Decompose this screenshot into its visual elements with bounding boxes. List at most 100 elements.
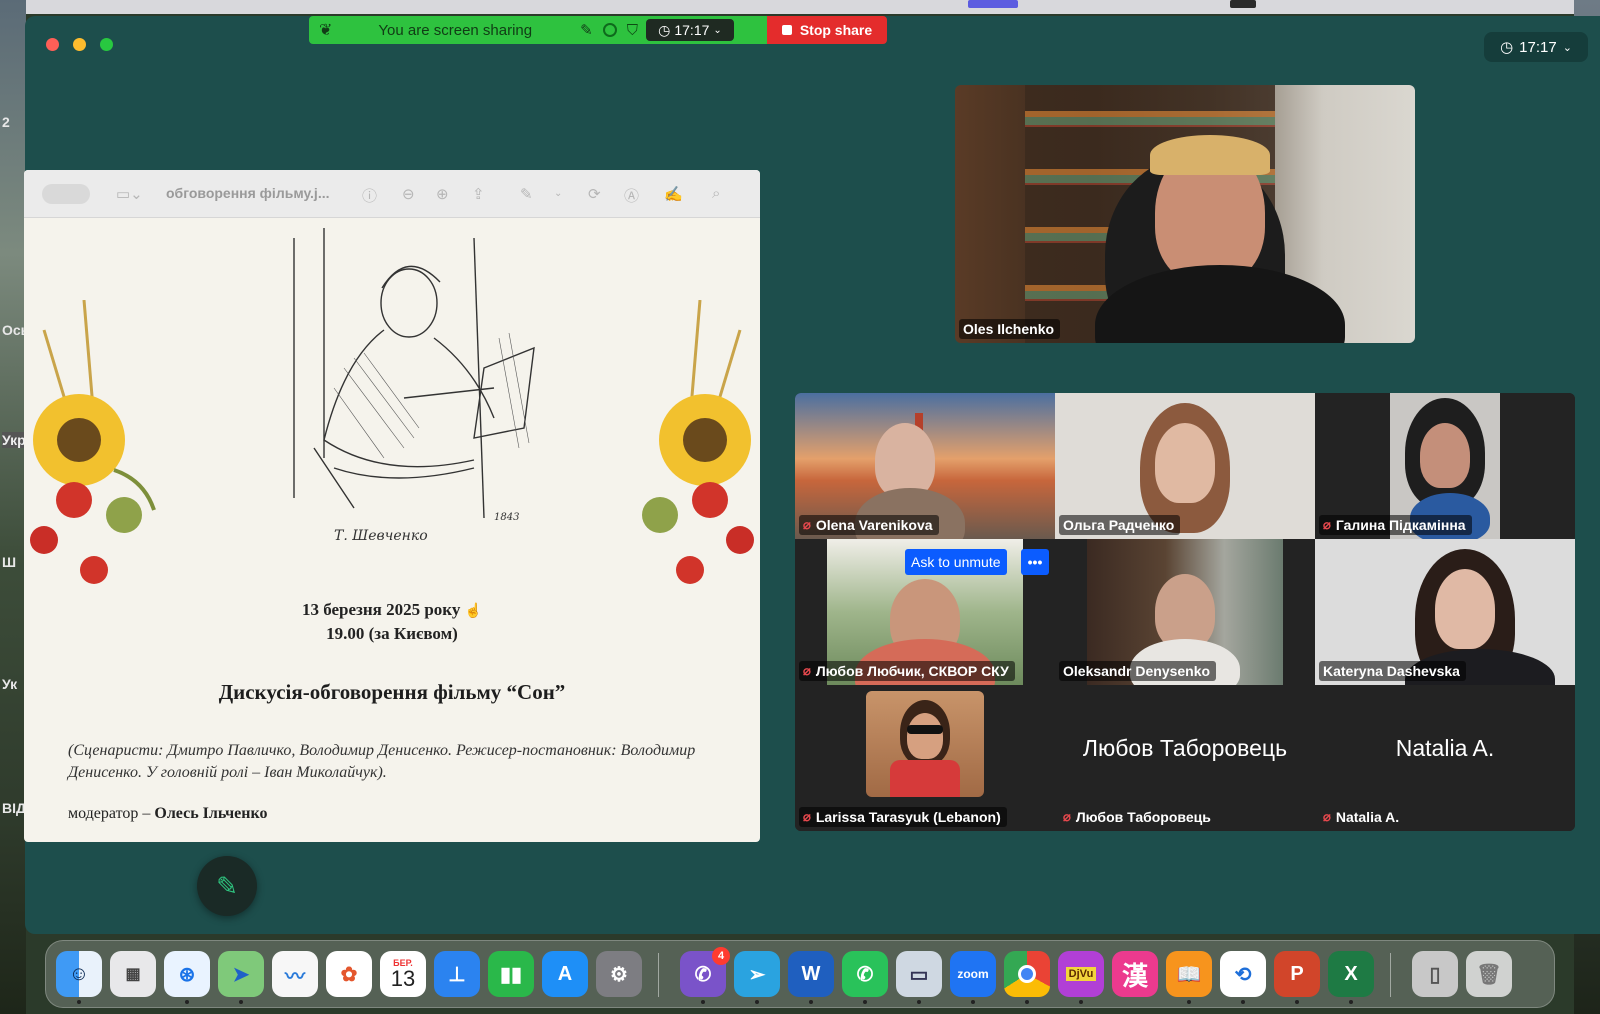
mic-muted-icon: ⌀ xyxy=(1323,517,1331,532)
participant-face xyxy=(875,423,935,498)
moderator-line: модератор – Олесь Ільченко xyxy=(68,805,267,823)
record-icon[interactable] xyxy=(602,23,617,37)
share-status-text: You are screen sharing xyxy=(378,21,533,39)
chevron-down-icon[interactable]: ⌄ xyxy=(554,188,562,199)
books-icon[interactable]: 📖 xyxy=(1166,951,1212,997)
app-store-icon[interactable]: A xyxy=(542,951,588,997)
participant-tile[interactable]: Любов Таборовець ⌀ Любов Таборовець xyxy=(1055,685,1315,831)
running-indicator xyxy=(1349,1000,1353,1004)
ask-to-unmute-button[interactable]: Ask to unmute xyxy=(905,549,1007,575)
zoom-icon[interactable]: zoom xyxy=(950,951,996,997)
keynote-icon[interactable]: ⊥ xyxy=(434,951,480,997)
minimize-window-button[interactable] xyxy=(73,38,86,51)
zoom-out-icon[interactable]: ⊖ xyxy=(402,185,415,203)
stop-share-button[interactable]: Stop share xyxy=(767,16,887,44)
markup-pen-icon[interactable]: ✎ xyxy=(520,185,533,203)
word-icon[interactable]: W xyxy=(788,951,834,997)
participant-name: Любов Любчик, СКВОР СКУ xyxy=(815,663,1009,679)
participant-tile[interactable]: Ask to unmute ••• ⌀ Любов Любчик, СКВОР … xyxy=(795,539,1055,685)
clock-icon: ◷ xyxy=(1500,39,1514,56)
running-indicator xyxy=(1295,1000,1299,1004)
share-status-area[interactable]: ❦ You are screen sharing ✎ ⛉ ◷ 17:17 ⌄ xyxy=(309,16,767,44)
participant-tile[interactable]: ⌀ Larissa Tarasyuk (Lebanon) xyxy=(795,685,1055,831)
chevron-down-icon: ⌄ xyxy=(1562,41,1572,54)
finder-icon[interactable]: ☺ xyxy=(56,951,102,997)
maps-icon[interactable]: ➤ xyxy=(218,951,264,997)
trash-icon[interactable]: 🗑 xyxy=(1466,951,1512,997)
share-icon[interactable]: ⇪ xyxy=(472,185,485,203)
search-icon[interactable]: ⌕ xyxy=(712,185,720,202)
meeting-clock-pill[interactable]: ◷ 17:17 ⌄ xyxy=(1484,32,1588,62)
running-indicator xyxy=(1079,1000,1083,1004)
leaf-drag-icon[interactable]: ❦ xyxy=(319,20,332,40)
hand-cursor-icon: ☝ xyxy=(464,604,483,619)
preview-icon[interactable]: ▭ xyxy=(896,951,942,997)
event-title: Дискусія-обговорення фільму “Сон” xyxy=(218,680,566,704)
desktop-label: Ш xyxy=(2,554,17,570)
participant-tile[interactable]: ⌀ Галина Підкамінна xyxy=(1315,393,1575,539)
chrome-icon[interactable] xyxy=(1004,951,1050,997)
sign-icon[interactable]: ✍ xyxy=(664,185,683,203)
preview-toolbar: ▭⌄ обговорення фільму.j... ⓘ ⊖ ⊕ ⇪ ✎ ⌄ ⟳… xyxy=(24,170,760,218)
participant-tile[interactable]: Kateryna Dashevska xyxy=(1315,539,1575,685)
annotate-button[interactable]: ✎ xyxy=(197,856,257,916)
launchpad-icon[interactable]: ▦ xyxy=(110,951,156,997)
mic-muted-icon: ⌀ xyxy=(803,517,811,532)
downloads-icon[interactable]: ▯ xyxy=(1412,951,1458,997)
running-indicator xyxy=(1025,1000,1029,1004)
kanji-icon[interactable]: 漢 xyxy=(1112,951,1158,997)
participant-tile[interactable]: Natalia A. ⌀ Natalia A. xyxy=(1315,685,1575,831)
window-controls-icon[interactable] xyxy=(42,184,90,204)
telegram-icon[interactable]: ➢ xyxy=(734,951,780,997)
sync-icon[interactable]: ⟲ xyxy=(1220,951,1266,997)
participant-name: Oleksandr Denysenko xyxy=(1063,663,1211,679)
numbers-icon[interactable]: ▮▮ xyxy=(488,951,534,997)
info-icon[interactable]: ⓘ xyxy=(362,185,377,206)
participant-tile[interactable]: Ольга Радченко xyxy=(1055,393,1315,539)
menu-bar-extra[interactable] xyxy=(968,0,1018,8)
djvu-icon[interactable]: DjVu xyxy=(1058,951,1104,997)
meeting-clock-time: 17:17 xyxy=(1519,38,1557,56)
participant-name-tag: Kateryna Dashevska xyxy=(1319,661,1466,681)
notification-badge: 4 xyxy=(712,947,730,965)
participant-name: Kateryna Dashevska xyxy=(1323,663,1460,679)
calendar-icon[interactable]: БЕР. 13 xyxy=(380,951,426,997)
whatsapp-icon[interactable]: ✆ xyxy=(842,951,888,997)
excel-icon[interactable]: X xyxy=(1328,951,1374,997)
menu-bar-extra[interactable] xyxy=(1230,0,1256,8)
photos-icon[interactable]: ✿ xyxy=(326,951,372,997)
sidebar-toggle-icon[interactable]: ▭⌄ xyxy=(116,185,143,203)
share-timer[interactable]: ◷ 17:17 ⌄ xyxy=(645,19,734,41)
zoom-in-icon[interactable]: ⊕ xyxy=(436,185,449,203)
running-indicator xyxy=(1241,1000,1245,1004)
rotate-icon[interactable]: ⟳ xyxy=(588,185,601,203)
running-indicator xyxy=(863,1000,867,1004)
running-indicator xyxy=(185,1000,189,1004)
close-window-button[interactable] xyxy=(46,38,59,51)
participant-tile[interactable]: Oleksandr Denysenko xyxy=(1055,539,1315,685)
system-settings-icon[interactable]: ⚙ xyxy=(596,951,642,997)
participant-face xyxy=(1435,569,1495,649)
participant-name: Larissa Tarasyuk (Lebanon) xyxy=(815,809,1001,825)
safari-icon[interactable]: ⊛ xyxy=(164,951,210,997)
mic-muted-icon[interactable]: ✎ xyxy=(580,21,593,39)
moderator-prefix: модератор – xyxy=(68,805,151,822)
participant-tile[interactable]: ⌀ Olena Varenikova xyxy=(795,393,1055,539)
document-title: обговорення фільму.j... xyxy=(166,185,330,201)
shield-icon[interactable]: ⛉ xyxy=(627,22,638,39)
speaker-name: Oles Ilchenko xyxy=(963,321,1055,337)
viber-icon[interactable]: ✆ 4 xyxy=(680,947,730,997)
fullscreen-window-button[interactable] xyxy=(100,38,113,51)
desktop-label: Укр xyxy=(2,432,26,448)
macos-dock: ☺ ▦ ⊛ ➤ 〰 ✿ БЕР. 13 ⊥ ▮▮ A ⚙ ✆ 4 ➢ W ✆ ▭… xyxy=(45,940,1555,1008)
more-options-button[interactable]: ••• xyxy=(1021,549,1049,575)
participant-name-tag: ⌀ Любов Любчик, СКВОР СКУ xyxy=(799,661,1015,681)
active-speaker-video[interactable]: Oles Ilchenko xyxy=(955,85,1415,343)
speaker-hair xyxy=(1150,135,1270,175)
highlight-icon[interactable]: Ⓐ xyxy=(624,185,639,206)
running-indicator xyxy=(755,1000,759,1004)
participant-name-tag: ⌀ Галина Підкамінна xyxy=(1319,515,1472,535)
powerpoint-icon[interactable]: P xyxy=(1274,951,1320,997)
participant-face xyxy=(1155,423,1215,503)
freeform-icon[interactable]: 〰 xyxy=(272,951,318,997)
